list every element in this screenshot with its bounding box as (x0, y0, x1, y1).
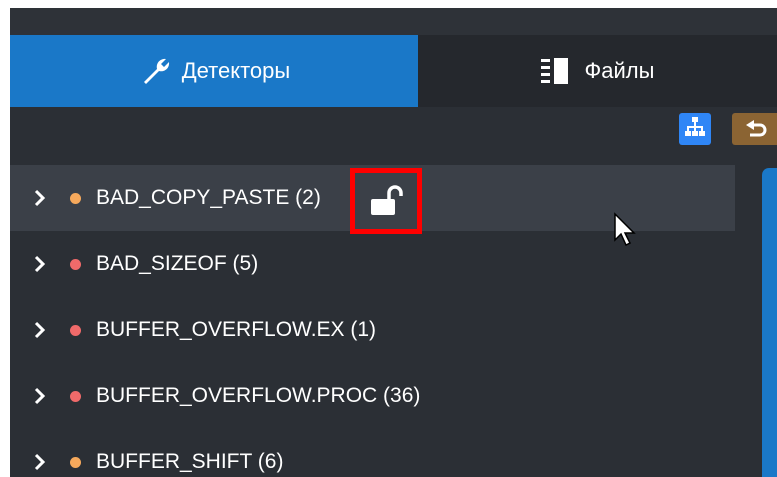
undo-button[interactable] (732, 113, 777, 145)
list-item[interactable]: BUFFER_OVERFLOW.PROC (36) (10, 363, 758, 429)
top-bar (10, 8, 777, 35)
chevron-right-icon[interactable] (34, 255, 50, 273)
detector-label: BUFFER_OVERFLOW.EX (1) (96, 318, 377, 341)
severity-dot (70, 192, 81, 204)
chevron-right-icon[interactable] (34, 387, 50, 405)
severity-dot (70, 258, 81, 270)
tab-detectors-label: Детекторы (181, 58, 291, 83)
toolbar (10, 107, 777, 165)
undo-icon (742, 116, 768, 143)
chevron-right-icon[interactable] (34, 189, 50, 207)
tree-view-button[interactable] (679, 113, 711, 145)
tab-files[interactable]: Файлы (418, 35, 777, 107)
detector-list: BAD_COPY_PASTE (2) BAD_SIZEOF (5) BUFFER… (10, 165, 758, 477)
detector-label: BAD_SIZEOF (5) (96, 252, 259, 275)
tab-files-label: Файлы (584, 58, 655, 83)
file-list-icon (540, 57, 575, 85)
chevron-right-icon[interactable] (34, 321, 50, 339)
tab-bar: Детекторы Файлы (10, 35, 777, 107)
list-item[interactable]: BUFFER_SHIFT (6) (10, 429, 758, 477)
severity-dot (70, 390, 81, 402)
detector-label: BUFFER_OVERFLOW.PROC (36) (96, 384, 421, 407)
chevron-right-icon[interactable] (34, 453, 50, 471)
unlock-icon (366, 181, 406, 221)
detector-label: BAD_COPY_PASTE (2) (96, 186, 321, 209)
tab-detectors[interactable]: Детекторы (10, 35, 418, 107)
severity-dot (70, 324, 81, 336)
severity-dot (70, 456, 81, 468)
wrench-icon (138, 56, 172, 86)
list-item[interactable]: BUFFER_OVERFLOW.EX (1) (10, 297, 758, 363)
list-item[interactable]: BAD_SIZEOF (5) (10, 231, 758, 297)
detector-label: BUFFER_SHIFT (6) (96, 450, 284, 473)
scrollbar[interactable] (762, 168, 777, 477)
hierarchy-icon (684, 116, 706, 143)
lock-button[interactable] (350, 168, 422, 234)
mouse-cursor-icon (614, 212, 636, 247)
detectors-panel: Детекторы Файлы BAD_COPY_PASTE (2) BAD_S… (10, 8, 777, 477)
